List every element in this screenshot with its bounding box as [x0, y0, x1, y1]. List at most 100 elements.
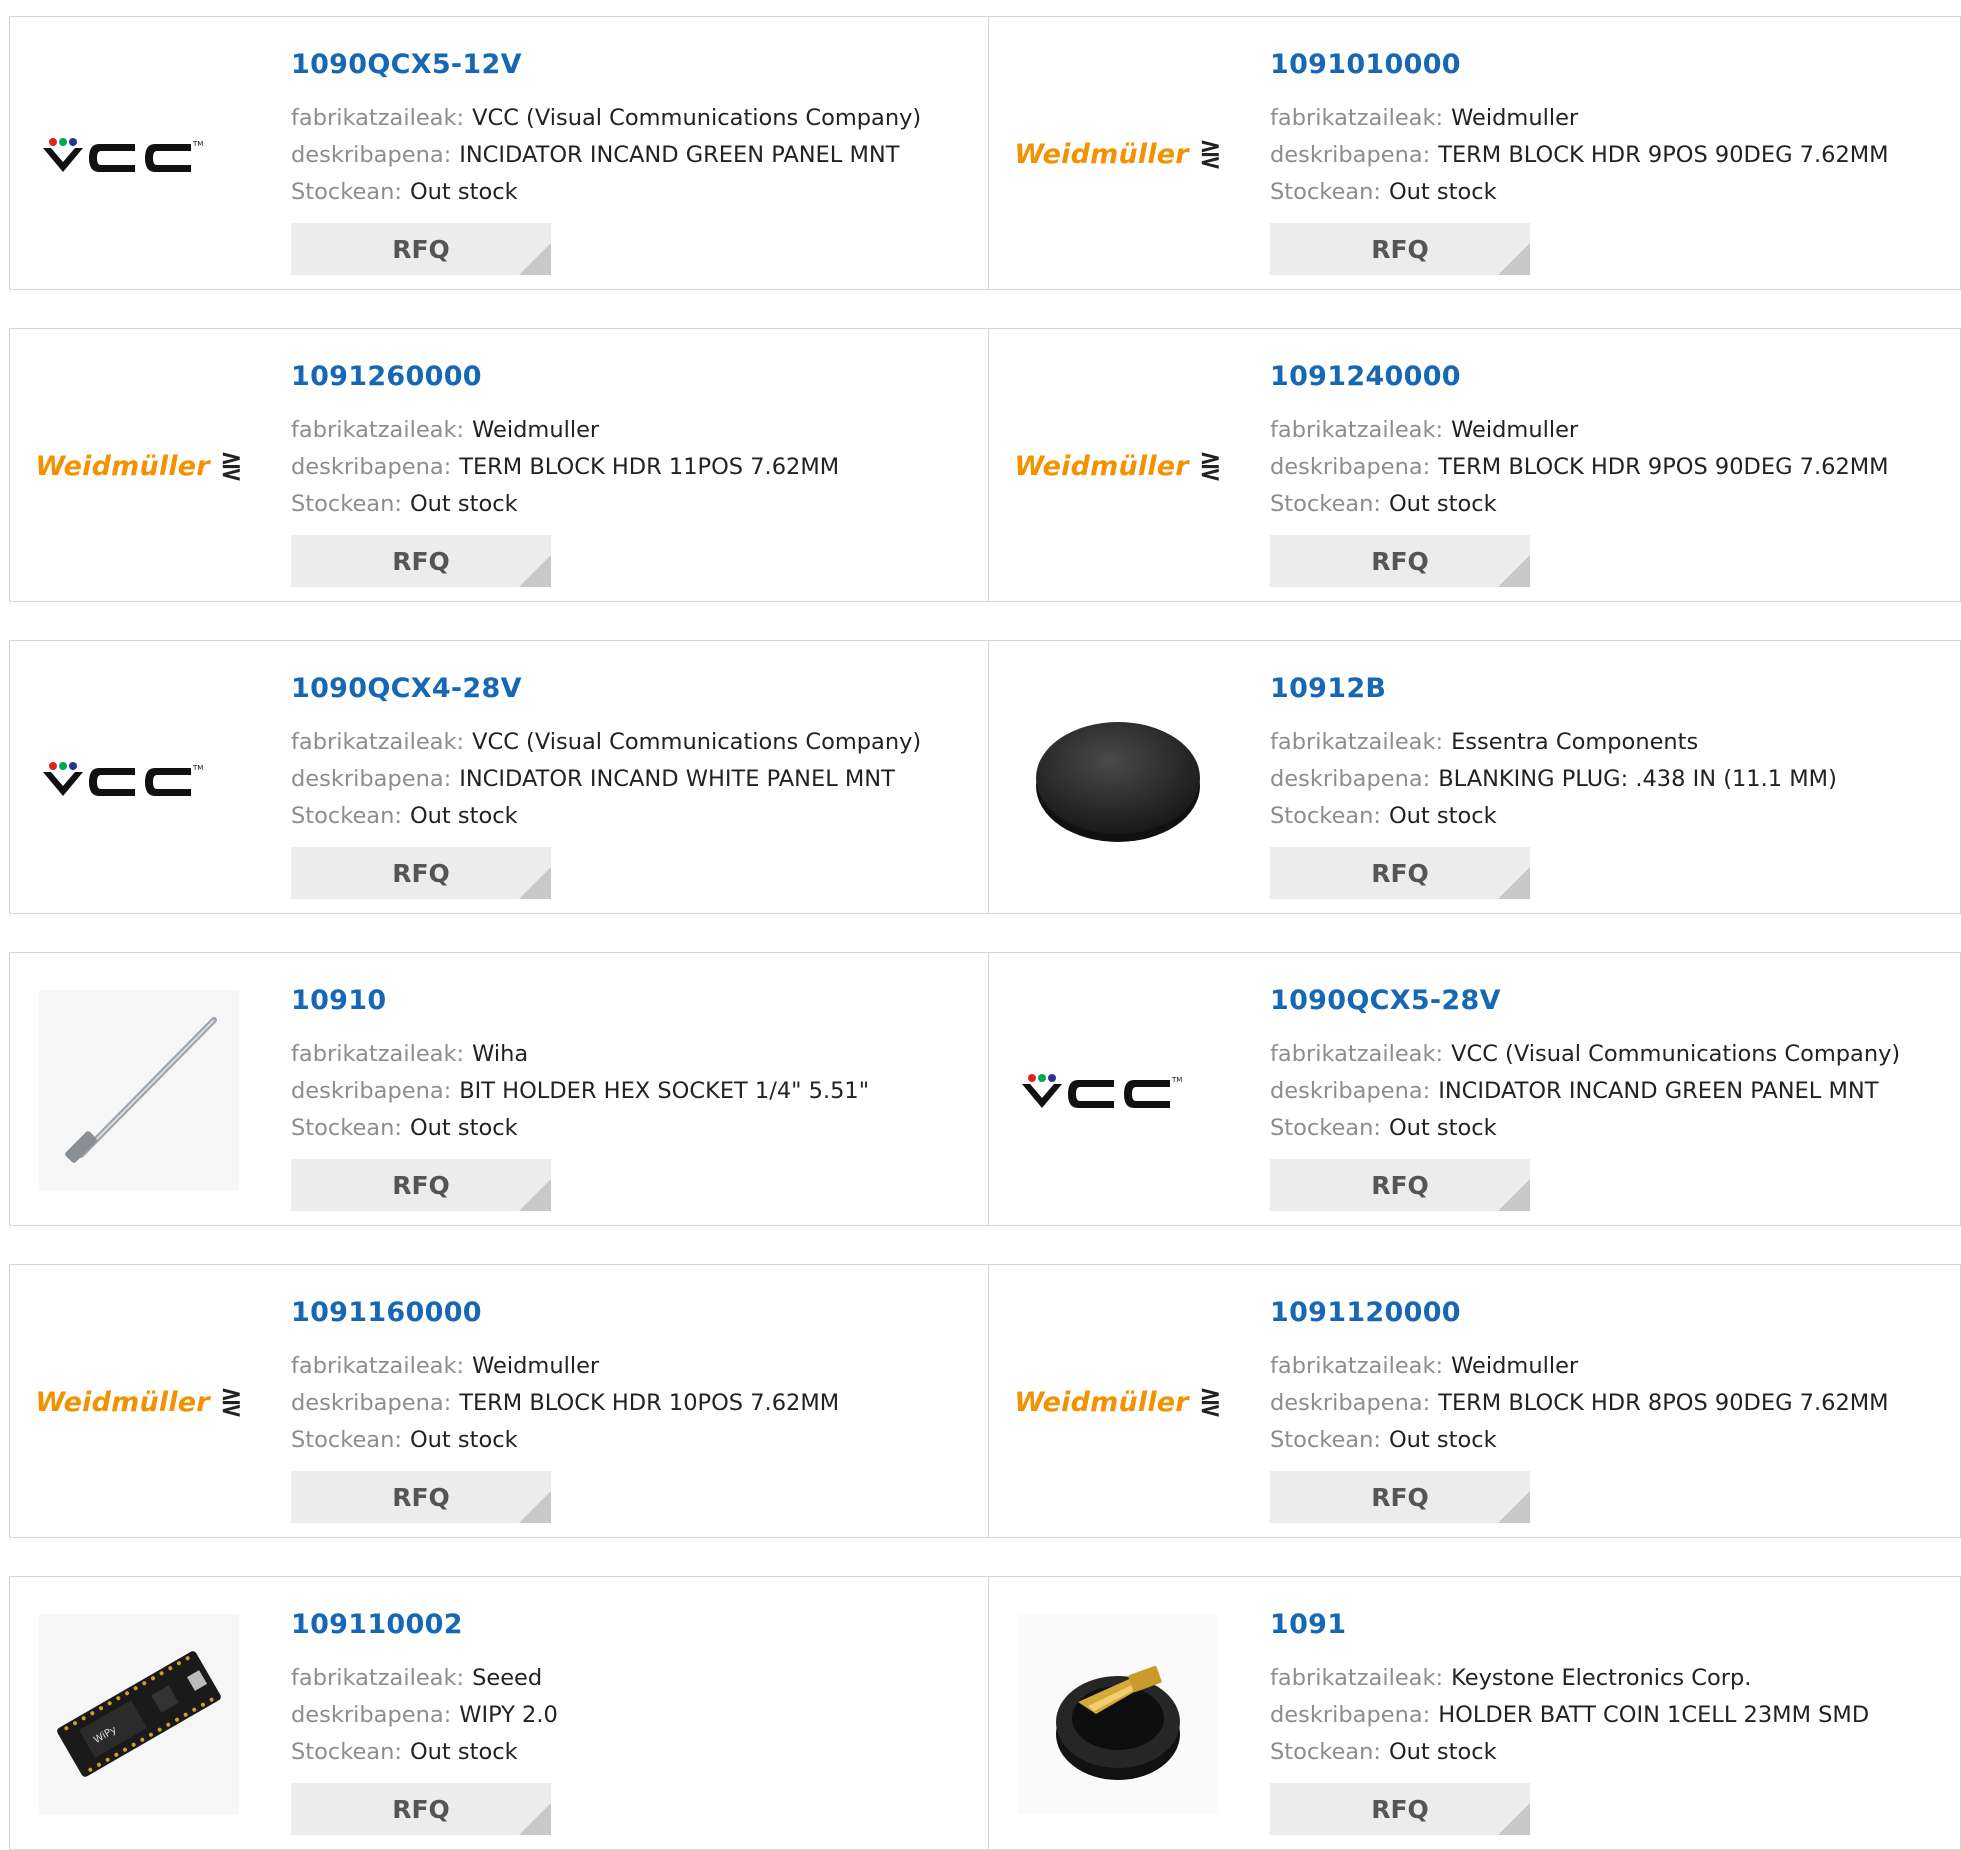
stock-value: Out stock — [1388, 491, 1497, 517]
product-image[interactable]: Weidmüller ⋛ — [1013, 1297, 1223, 1507]
svg-text:TM: TM — [192, 140, 203, 148]
product-card: TM 1090QCX4-28V fabrikatzaileak: VCC (Vis… — [10, 641, 988, 913]
vcc-logo-icon: TM — [43, 762, 203, 796]
manufacturer-line: fabrikatzaileak: Weidmuller — [291, 412, 978, 449]
rfq-label: RFQ — [1371, 1170, 1429, 1200]
product-row: WiPy 109110002 fabrikatzaileak: Seeed de… — [9, 1576, 1961, 1850]
stock-label: Stockean: — [291, 1115, 402, 1141]
part-number-link[interactable]: 1090QCX5-28V — [1270, 987, 1959, 1014]
weidmuller-logo-icon: Weidmüller ⋛ — [1014, 450, 1222, 482]
part-number-link[interactable]: 1091160000 — [291, 1299, 978, 1326]
product-card: Weidmüller ⋛ 1091260000 fabrikatzaileak: W… — [10, 329, 988, 601]
stock-label: Stockean: — [1270, 803, 1381, 829]
description-line: deskribapena: INCIDATOR INCAND GREEN PANE… — [1270, 1073, 1959, 1110]
product-image[interactable] — [1013, 673, 1223, 883]
part-number-link[interactable]: 109110002 — [291, 1611, 978, 1638]
manufacturer-line: fabrikatzaileak: Weidmuller — [1270, 100, 1959, 137]
rfq-button[interactable]: RFQ — [1270, 1783, 1530, 1835]
stock-value: Out stock — [1388, 1427, 1497, 1453]
manufacturer-line: fabrikatzaileak: VCC (Visual Communicatio… — [291, 724, 978, 761]
stock-line: Stockean: Out stock — [1270, 486, 1959, 523]
description-line: deskribapena: TERM BLOCK HDR 8POS 90DEG 7… — [1270, 1385, 1959, 1422]
rfq-button[interactable]: RFQ — [291, 1159, 551, 1211]
product-info: 1090QCX5-28V fabrikatzaileak: VCC (Visual… — [1270, 987, 1959, 1211]
rfq-label: RFQ — [1371, 234, 1429, 264]
manufacturer-line: fabrikatzaileak: Weidmuller — [291, 1348, 978, 1385]
description-value: TERM BLOCK HDR 10POS 7.62MM — [459, 1390, 840, 1416]
description-label: deskribapena: — [1270, 1702, 1431, 1728]
rfq-button[interactable]: RFQ — [1270, 1471, 1530, 1523]
part-number-link[interactable]: 1090QCX4-28V — [291, 675, 978, 702]
manufacturer-value: VCC (Visual Communications Company) — [472, 729, 922, 755]
part-number-link[interactable]: 1090QCX5-12V — [291, 51, 978, 78]
product-image[interactable]: TM — [34, 673, 244, 883]
product-image[interactable]: Weidmüller ⋛ — [34, 1297, 244, 1507]
weidmuller-logo-icon: Weidmüller ⋛ — [1014, 138, 1222, 170]
manufacturer-line: fabrikatzaileak: VCC (Visual Communicatio… — [1270, 1036, 1959, 1073]
product-image[interactable] — [34, 985, 244, 1195]
rfq-button[interactable]: RFQ — [291, 847, 551, 899]
description-line: deskribapena: TERM BLOCK HDR 9POS 90DEG 7… — [1270, 449, 1959, 486]
product-image[interactable] — [1013, 1609, 1223, 1819]
rfq-button[interactable]: RFQ — [291, 1783, 551, 1835]
product-card: Weidmüller ⋛ 1091010000 fabrikatzaileak: W… — [988, 17, 1961, 289]
rfq-button[interactable]: RFQ — [291, 535, 551, 587]
description-value: INCIDATOR INCAND WHITE PANEL MNT — [459, 766, 895, 792]
part-number-link[interactable]: 1091260000 — [291, 363, 978, 390]
manufacturer-label: fabrikatzaileak: — [1270, 1665, 1444, 1691]
product-image[interactable]: TM — [34, 49, 244, 259]
bit-holder-icon — [39, 990, 239, 1190]
product-card: 10912B fabrikatzaileak: Essentra Componen… — [988, 641, 1961, 913]
weidmuller-logo-icon: Weidmüller ⋛ — [35, 1386, 243, 1418]
manufacturer-label: fabrikatzaileak: — [291, 1665, 465, 1691]
description-value: INCIDATOR INCAND GREEN PANEL MNT — [1438, 1078, 1879, 1104]
product-info: 10910 fabrikatzaileak: Wiha deskribapena:… — [291, 987, 978, 1211]
part-number-link[interactable]: 1091010000 — [1270, 51, 1959, 78]
part-number-link[interactable]: 1091240000 — [1270, 363, 1959, 390]
rfq-button[interactable]: RFQ — [291, 1471, 551, 1523]
manufacturer-label: fabrikatzaileak: — [1270, 1353, 1444, 1379]
product-info: 1090QCX5-12V fabrikatzaileak: VCC (Visual… — [291, 51, 978, 275]
description-value: TERM BLOCK HDR 9POS 90DEG 7.62MM — [1438, 142, 1889, 168]
description-line: deskribapena: INCIDATOR INCAND GREEN PANE… — [291, 137, 978, 174]
stock-label: Stockean: — [291, 491, 402, 517]
description-label: deskribapena: — [1270, 766, 1431, 792]
product-image[interactable]: Weidmüller ⋛ — [1013, 49, 1223, 259]
product-image[interactable]: Weidmüller ⋛ — [34, 361, 244, 571]
rfq-button[interactable]: RFQ — [1270, 1159, 1530, 1211]
corner-triangle-icon — [1498, 243, 1530, 275]
rfq-label: RFQ — [392, 1170, 450, 1200]
description-label: deskribapena: — [291, 454, 452, 480]
description-label: deskribapena: — [1270, 142, 1431, 168]
rfq-button[interactable]: RFQ — [1270, 223, 1530, 275]
product-row: TM 1090QCX5-12V fabrikatzaileak: VCC (Vis… — [9, 16, 1961, 290]
stock-value: Out stock — [1388, 1739, 1497, 1765]
rfq-label: RFQ — [392, 1794, 450, 1824]
part-number-link[interactable]: 1091120000 — [1270, 1299, 1959, 1326]
product-info: 1090QCX4-28V fabrikatzaileak: VCC (Visual… — [291, 675, 978, 899]
product-image[interactable]: WiPy — [34, 1609, 244, 1819]
stock-label: Stockean: — [1270, 1739, 1381, 1765]
product-image[interactable]: TM — [1013, 985, 1223, 1195]
description-label: deskribapena: — [1270, 1390, 1431, 1416]
stock-label: Stockean: — [291, 179, 402, 205]
description-line: deskribapena: BIT HOLDER HEX SOCKET 1/4" … — [291, 1073, 978, 1110]
description-value: TERM BLOCK HDR 9POS 90DEG 7.62MM — [1438, 454, 1889, 480]
description-value: INCIDATOR INCAND GREEN PANEL MNT — [459, 142, 900, 168]
product-image[interactable]: Weidmüller ⋛ — [1013, 361, 1223, 571]
manufacturer-label: fabrikatzaileak: — [291, 1353, 465, 1379]
manufacturer-value: Weidmuller — [1451, 105, 1579, 131]
rfq-button[interactable]: RFQ — [1270, 535, 1530, 587]
stock-line: Stockean: Out stock — [291, 1422, 978, 1459]
product-card: Weidmüller ⋛ 1091240000 fabrikatzaileak: W… — [988, 329, 1961, 601]
product-row: TM 1090QCX4-28V fabrikatzaileak: VCC (Vis… — [9, 640, 1961, 914]
part-number-link[interactable]: 1091 — [1270, 1611, 1959, 1638]
part-number-link[interactable]: 10910 — [291, 987, 978, 1014]
rfq-button[interactable]: RFQ — [1270, 847, 1530, 899]
stock-line: Stockean: Out stock — [291, 1734, 978, 1771]
rfq-button[interactable]: RFQ — [291, 223, 551, 275]
part-number-link[interactable]: 10912B — [1270, 675, 1959, 702]
product-row: 10910 fabrikatzaileak: Wiha deskribapena:… — [9, 952, 1961, 1226]
manufacturer-label: fabrikatzaileak: — [1270, 105, 1444, 131]
description-value: BLANKING PLUG: .438 IN (11.1 MM) — [1438, 766, 1837, 792]
